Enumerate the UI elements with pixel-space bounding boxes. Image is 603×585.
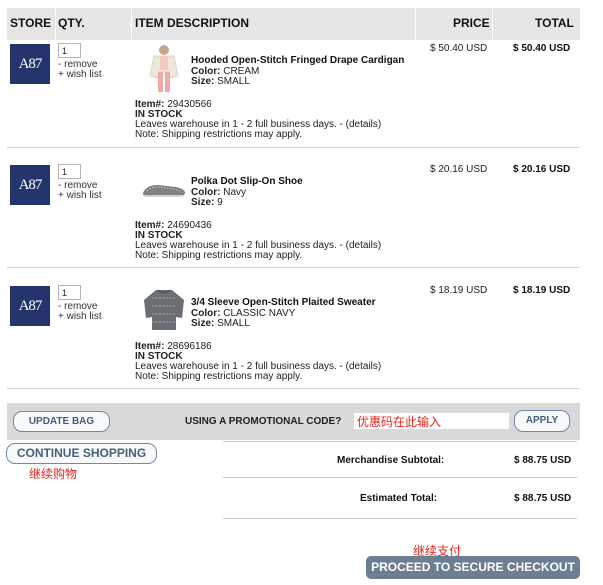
header-divider [492, 8, 493, 40]
item-size: Size: 9 [191, 197, 223, 208]
size-label: Size: [191, 76, 215, 87]
qty-column-header: QTY. [58, 16, 85, 30]
quantity-input[interactable] [58, 285, 81, 300]
estimated-total-label: Estimated Total: [360, 493, 438, 504]
cart-item-row: A87 - remove + wish list 3/4 Sleeve Open… [7, 282, 580, 402]
size-value: 9 [217, 197, 223, 208]
size-label: Size: [191, 197, 215, 208]
item-total: $ 20.16 USD [513, 164, 571, 175]
continue-shopping-button[interactable]: CONTINUE SHOPPING [6, 443, 157, 464]
size-value: SMALL [217, 318, 250, 329]
update-bag-button[interactable]: UPDATE BAG [13, 411, 110, 432]
shipping-note: Note: Shipping restrictions may apply. [135, 371, 303, 382]
wish-list-link[interactable]: + wish list [58, 69, 102, 80]
estimated-total-value: $ 88.75 USD [514, 493, 572, 504]
description-column-header: ITEM DESCRIPTION [135, 16, 250, 30]
subtotal-label: Merchandise Subtotal: [337, 455, 445, 466]
cart-item-row: A87 - remove + wish list Hooded Open-Sti… [7, 40, 580, 160]
item-size: Size: SMALL [191, 76, 250, 87]
item-name[interactable]: 3/4 Sleeve Open-Stitch Plaited Sweater [191, 297, 376, 308]
item-price: $ 18.19 USD [430, 285, 488, 296]
header-divider [131, 8, 132, 40]
cardigan-thumbnail-icon[interactable] [140, 42, 188, 94]
size-value: SMALL [217, 76, 250, 87]
header-divider [415, 8, 416, 40]
header-divider [55, 8, 56, 40]
item-total: $ 18.19 USD [513, 285, 571, 296]
proceed-to-checkout-button[interactable]: PROCEED TO SECURE CHECKOUT [366, 556, 580, 579]
wish-list-link[interactable]: + wish list [58, 311, 102, 322]
item-name[interactable]: Hooded Open-Stitch Fringed Drape Cardiga… [191, 55, 404, 66]
quantity-input[interactable] [58, 164, 81, 179]
size-label: Size: [191, 318, 215, 329]
color-value: Navy [223, 187, 247, 198]
cart-item-row: A87 - remove + wish list Polka Dot Slip-… [7, 161, 580, 281]
shipping-note: Note: Shipping restrictions may apply. [135, 129, 303, 140]
total-column-header: TOTAL [535, 16, 574, 30]
store-logo-icon: A87 [10, 286, 50, 326]
apply-button[interactable]: APPLY [514, 410, 570, 432]
subtotal-value: $ 88.75 USD [514, 455, 572, 466]
summary-divider [223, 441, 577, 442]
item-size: Size: SMALL [191, 318, 250, 329]
shoe-thumbnail-icon[interactable] [140, 163, 188, 215]
summary-divider [223, 518, 577, 519]
wish-list-link[interactable]: + wish list [58, 190, 102, 201]
promo-code-label: USING A PROMOTIONAL CODE? [185, 416, 342, 427]
row-divider [7, 388, 580, 389]
quantity-input[interactable] [58, 43, 81, 58]
item-total: $ 50.40 USD [513, 43, 571, 54]
item-price: $ 20.16 USD [430, 164, 488, 175]
store-column-header: STORE [10, 16, 52, 30]
row-divider [7, 147, 580, 148]
promo-code-input[interactable] [354, 413, 509, 429]
cart-table-header: STORE QTY. ITEM DESCRIPTION PRICE TOTAL [7, 8, 580, 40]
store-logo-icon: A87 [10, 165, 50, 205]
store-logo-icon: A87 [10, 44, 50, 84]
price-column-header: PRICE [453, 16, 490, 30]
item-name[interactable]: Polka Dot Slip-On Shoe [191, 176, 303, 187]
sweater-thumbnail-icon[interactable] [140, 284, 188, 336]
promo-bar: UPDATE BAG USING A PROMOTIONAL CODE? APP… [7, 403, 580, 440]
row-divider [7, 267, 580, 268]
continue-shopping-annotation: 继续购物 [29, 467, 78, 481]
shipping-note: Note: Shipping restrictions may apply. [135, 250, 303, 261]
summary-divider [223, 477, 577, 478]
item-price: $ 50.40 USD [430, 43, 488, 54]
